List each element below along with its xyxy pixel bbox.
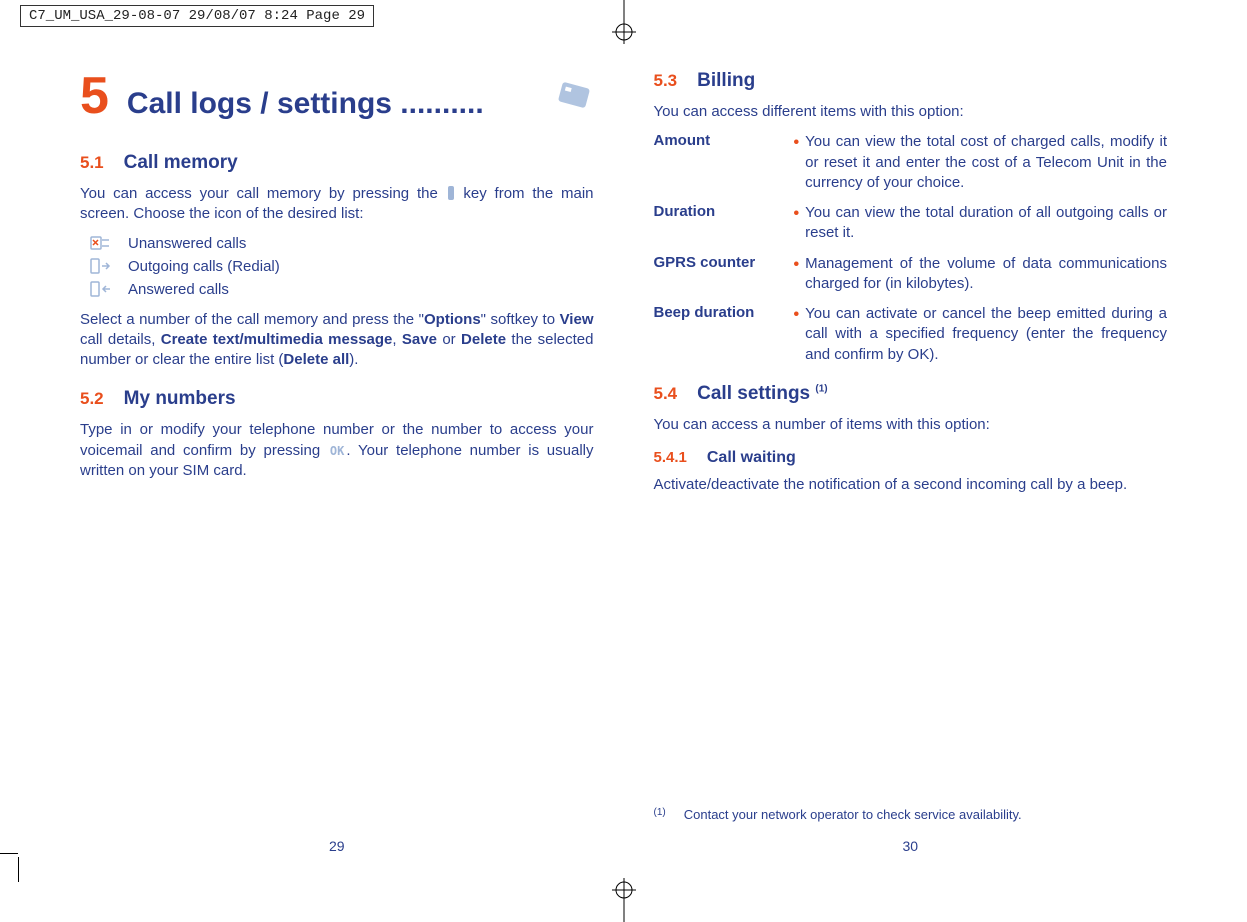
text: Select a number of the call memory and p…	[80, 311, 424, 328]
list-item-label: Outgoing calls (Redial)	[128, 258, 280, 275]
chapter-heading: 5 Call logs / settings ..........	[80, 70, 594, 122]
text: You can activate or cancel the beep emit…	[805, 305, 1167, 363]
list-item-label: Answered calls	[128, 281, 229, 298]
page-spread: 5 Call logs / settings .......... 5.1 Ca…	[80, 70, 1167, 862]
call-type-list: Unanswered calls Outgoing calls (Redial)…	[88, 235, 594, 298]
chapter-title: Call logs / settings ..........	[127, 87, 536, 121]
footnote-mark: (1)	[654, 807, 666, 822]
answered-calls-icon	[88, 281, 112, 297]
bold-text: Create text/multimedia message	[161, 331, 393, 348]
text: ).	[349, 351, 358, 368]
bullet-icon: •	[794, 254, 800, 276]
section-number: 5.3	[654, 71, 678, 91]
page-number: 29	[80, 838, 594, 854]
definition-list: Amount • You can view the total cost of …	[654, 132, 1168, 365]
footnote-text: Contact your network operator to check s…	[684, 807, 1022, 822]
definition-row: GPRS counter • Management of the volume …	[654, 254, 1168, 295]
paragraph: You can access different items with this…	[654, 102, 1168, 122]
key-icon	[448, 186, 454, 200]
print-header: C7_UM_USA_29-08-07 29/08/07 8:24 Page 29	[20, 5, 374, 27]
chapter-number: 5	[80, 70, 109, 122]
text: ).	[929, 346, 938, 363]
subsection-title: Call waiting	[707, 449, 796, 467]
bullet-icon: •	[794, 132, 800, 154]
registration-mark-top	[604, 0, 644, 50]
paragraph: You can access your call memory by press…	[80, 184, 594, 225]
page-number: 30	[654, 838, 1168, 854]
section-title: Call settings (1)	[697, 383, 827, 405]
definition-text: You can activate or cancel the beep emit…	[805, 304, 1167, 365]
text: You can access your call memory by press…	[80, 185, 446, 202]
list-item-label: Unanswered calls	[128, 235, 246, 252]
bold-text: Delete all	[283, 351, 349, 368]
bold-text: Delete	[461, 331, 506, 348]
section-title: Billing	[697, 70, 755, 92]
phone-card-icon	[554, 81, 594, 118]
page-left: 5 Call logs / settings .......... 5.1 Ca…	[80, 70, 594, 862]
section-number: 5.4	[654, 384, 678, 404]
paragraph: Select a number of the call memory and p…	[80, 310, 594, 371]
text: Call settings	[697, 383, 815, 404]
section-number: 5.2	[80, 389, 104, 409]
section-heading: 5.4 Call settings (1)	[654, 383, 1168, 405]
definition-row: Amount • You can view the total cost of …	[654, 132, 1168, 193]
paragraph: Type in or modify your telephone number …	[80, 420, 594, 481]
footnote: (1) Contact your network operator to che…	[654, 807, 1168, 822]
cropmark-icon	[18, 857, 19, 882]
definition-term: GPRS counter	[654, 254, 794, 271]
bold-text: Options	[424, 311, 481, 328]
subsection-heading: 5.4.1 Call waiting	[654, 449, 1168, 467]
definition-row: Duration • You can view the total durati…	[654, 203, 1168, 244]
registration-mark-bottom	[604, 872, 644, 922]
footnote-ref: (1)	[815, 383, 827, 394]
definition-row: Beep duration • You can activate or canc…	[654, 304, 1168, 365]
paragraph: Activate/deactivate the notification of …	[654, 475, 1168, 495]
definition-term: Duration	[654, 203, 794, 220]
outgoing-calls-icon	[88, 258, 112, 274]
definition-term: Amount	[654, 132, 794, 149]
bold-text: Save	[402, 331, 437, 348]
section-title: Call memory	[124, 152, 238, 174]
paragraph: You can access a number of items with th…	[654, 415, 1168, 435]
section-number: 5.1	[80, 153, 104, 173]
list-item: Unanswered calls	[88, 235, 594, 252]
cropmark-icon	[0, 853, 18, 854]
page-right: 5.3 Billing You can access different ite…	[654, 70, 1168, 862]
bullet-icon: •	[794, 203, 800, 225]
text: " softkey to	[481, 311, 560, 328]
ok-key-icon: OK	[330, 443, 344, 459]
section-heading: 5.2 My numbers	[80, 388, 594, 410]
subsection-number: 5.4.1	[654, 449, 687, 466]
text: ,	[392, 331, 402, 348]
text: or	[437, 331, 461, 348]
definition-term: Beep duration	[654, 304, 794, 321]
list-item: Outgoing calls (Redial)	[88, 258, 594, 275]
ok-key-icon: OK	[908, 346, 930, 363]
definition-text: Management of the volume of data communi…	[805, 254, 1167, 295]
section-heading: 5.1 Call memory	[80, 152, 594, 174]
list-item: Answered calls	[88, 281, 594, 298]
bold-text: View	[560, 311, 594, 328]
unanswered-calls-icon	[88, 235, 112, 251]
text: call details,	[80, 331, 161, 348]
section-heading: 5.3 Billing	[654, 70, 1168, 92]
definition-text: You can view the total cost of charged c…	[805, 132, 1167, 193]
definition-text: You can view the total duration of all o…	[805, 203, 1167, 244]
section-title: My numbers	[124, 388, 236, 410]
bullet-icon: •	[794, 304, 800, 326]
